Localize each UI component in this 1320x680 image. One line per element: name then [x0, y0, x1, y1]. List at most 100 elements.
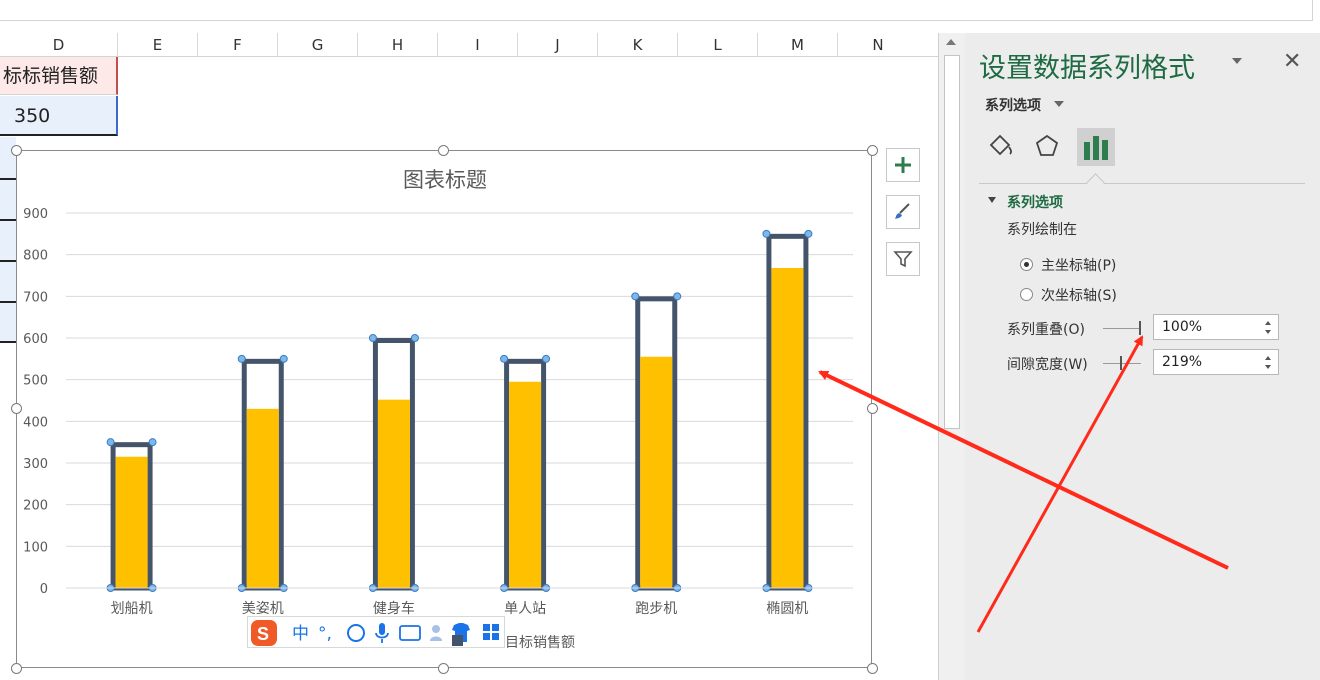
series-selection-point: [762, 229, 771, 238]
series-selection-point: [279, 354, 288, 363]
column-header-n[interactable]: N: [838, 33, 918, 56]
series-selection-point: [410, 334, 419, 342]
column-headers: D E F G H I J K L M N: [0, 33, 938, 57]
close-icon[interactable]: ✕: [1283, 49, 1301, 74]
series-overlap-value: 100%: [1162, 319, 1203, 335]
spin-down-icon[interactable]: [1265, 330, 1271, 334]
cell-border: [0, 341, 16, 343]
column-header-e[interactable]: E: [118, 33, 198, 56]
series-options-dropdown[interactable]: 系列选项: [985, 95, 1041, 115]
panel-options-chevron-icon[interactable]: [1232, 58, 1242, 64]
cell-border: [0, 260, 16, 262]
y-tick-label: 800: [23, 249, 48, 264]
emoji-icon: [347, 624, 365, 642]
resize-handle[interactable]: [11, 145, 22, 156]
panel-title: 设置数据系列格式: [979, 53, 1195, 84]
resize-handle[interactable]: [11, 403, 22, 414]
chart-plot-svg: 0 100 200 300 400 500 600 700 800 900 划船机 美姿机 健身车 单人站…: [23, 207, 853, 617]
x-tick-label: 划船机: [111, 601, 153, 617]
vertical-scrollbar[interactable]: [938, 33, 965, 680]
y-tick-label: 500: [23, 374, 48, 389]
column-header-f[interactable]: F: [198, 33, 278, 56]
x-tick-label: 单人站: [504, 601, 546, 617]
column-header-g[interactable]: G: [278, 33, 358, 56]
primary-axis-label[interactable]: 主坐标轴(P): [1041, 255, 1116, 275]
cell-border: [0, 178, 16, 180]
bar-actual: [771, 268, 804, 588]
column-header-d[interactable]: D: [0, 33, 118, 56]
cell-border: [0, 219, 16, 221]
chart-filters-button[interactable]: [886, 242, 920, 276]
chart-area[interactable]: 图表标题 0 100 200 300 400 500 600 700 800 900 划船机 美姿机健…: [16, 150, 872, 668]
y-tick-label: 900: [23, 207, 48, 222]
column-header-i[interactable]: I: [438, 33, 518, 56]
primary-axis-radio[interactable]: [1020, 258, 1033, 271]
resize-handle[interactable]: [867, 403, 878, 414]
series-selection-point: [500, 354, 509, 363]
column-header-k[interactable]: K: [598, 33, 678, 56]
gap-width-label: 间隙宽度(W): [1007, 357, 1088, 373]
secondary-axis-label[interactable]: 次坐标轴(S): [1041, 285, 1117, 305]
secondary-axis-radio[interactable]: [1020, 288, 1033, 301]
x-tick-label: 椭圆机: [766, 601, 808, 617]
tab-series-options[interactable]: [1077, 128, 1115, 166]
column-header-l[interactable]: L: [678, 33, 758, 56]
x-tick-label: 健身车: [373, 600, 415, 617]
x-tick-label: 跑步机: [635, 601, 677, 617]
svg-text:°,: °,: [318, 624, 332, 644]
resize-handle[interactable]: [867, 145, 878, 156]
gap-width-slider-handle[interactable]: [1120, 356, 1122, 370]
keyboard-icon: [399, 625, 421, 641]
bar-chart-icon: [1084, 136, 1108, 160]
apps-icon: [483, 624, 490, 631]
tab-effects[interactable]: [1028, 128, 1066, 166]
column-header-j[interactable]: J: [518, 33, 598, 56]
series-selection-point: [106, 438, 115, 447]
spin-up-icon[interactable]: [1265, 321, 1271, 325]
tab-fill-line[interactable]: [982, 128, 1020, 166]
series-selection-point: [542, 354, 551, 363]
resize-handle[interactable]: [867, 663, 878, 674]
x-tick-label: 美姿机: [242, 601, 284, 617]
collapse-triangle-icon[interactable]: [988, 197, 996, 203]
y-tick-label: 100: [23, 540, 48, 555]
y-tick-label: 300: [23, 457, 48, 472]
series-selection-point: [237, 354, 246, 363]
bar-actual: [640, 356, 673, 588]
column-header-m[interactable]: M: [758, 33, 838, 56]
scroll-up-icon[interactable]: [946, 39, 956, 45]
scrollbar-thumb[interactable]: [944, 55, 960, 429]
legend-target-label[interactable]: 目标销售额: [505, 632, 575, 652]
series-selection-point: [631, 292, 640, 301]
selected-range-strip: [0, 137, 16, 342]
chevron-down-icon[interactable]: [1054, 101, 1064, 107]
ime-toolbar[interactable]: S 中 °,: [247, 616, 505, 648]
spin-up-icon[interactable]: [1265, 356, 1271, 360]
cell-d2[interactable]: 350: [0, 96, 118, 136]
ime-icons: S 中 °,: [251, 620, 499, 646]
cell-border: [0, 301, 16, 303]
bar-actual: [115, 456, 148, 588]
series-overlap-slider[interactable]: [1103, 328, 1141, 329]
resize-handle[interactable]: [11, 663, 22, 674]
chart-styles-button[interactable]: [886, 195, 920, 229]
y-tick-label: 400: [23, 415, 48, 430]
tab-indicator: [1086, 173, 1105, 192]
gap-width-input[interactable]: 219%: [1153, 349, 1279, 375]
resize-handle[interactable]: [438, 663, 449, 674]
series-selection-point: [673, 292, 682, 301]
y-tick-label: 700: [23, 290, 48, 305]
gap-width-value: 219%: [1162, 354, 1203, 370]
column-header-h[interactable]: H: [358, 33, 438, 56]
series-selection-point: [148, 438, 157, 447]
svg-text:中: 中: [292, 624, 309, 644]
chart-elements-button[interactable]: [886, 148, 920, 182]
series-overlap-slider-handle[interactable]: [1139, 321, 1141, 335]
section-series-options[interactable]: 系列选项: [1007, 192, 1063, 212]
cell-d1[interactable]: 标标销售额: [0, 57, 118, 95]
spin-down-icon[interactable]: [1265, 365, 1271, 369]
plot-on-label: 系列绘制在: [1007, 222, 1077, 238]
gap-width-slider[interactable]: [1103, 363, 1141, 364]
series-overlap-input[interactable]: 100%: [1153, 314, 1279, 340]
resize-handle[interactable]: [438, 145, 449, 156]
